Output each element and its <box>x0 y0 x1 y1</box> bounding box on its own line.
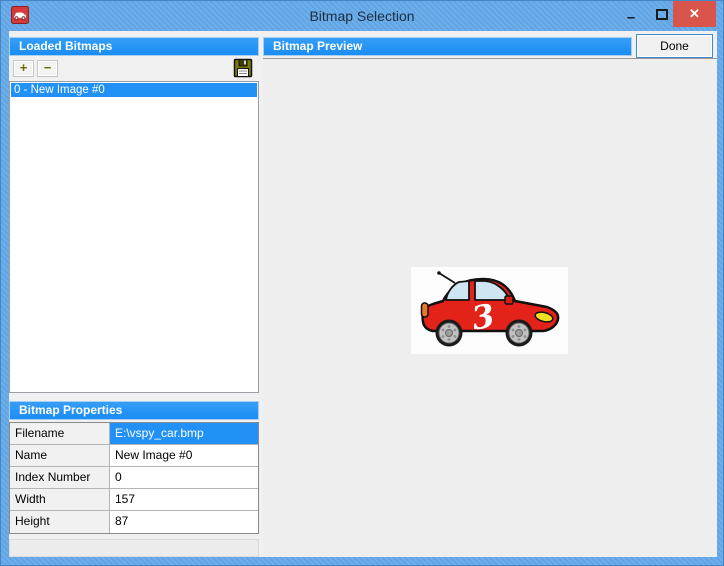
index-number-value[interactable]: 0 <box>110 467 258 488</box>
loaded-bitmaps-header: Loaded Bitmaps <box>9 37 259 56</box>
bitmap-preview-header: Bitmap Preview <box>263 37 632 56</box>
red-car-image: 3 <box>411 267 568 354</box>
height-value[interactable]: 87 <box>110 511 258 533</box>
close-button[interactable]: ✕ <box>673 1 716 27</box>
table-row: Height 87 <box>10 511 258 533</box>
preview-bitmap: 3 <box>411 267 568 354</box>
minimize-button[interactable]: – <box>616 2 646 27</box>
table-row: Name New Image #0 <box>10 445 258 467</box>
list-item-new-image-0[interactable]: 0 - New Image #0 <box>11 83 257 97</box>
front-wheel <box>506 320 533 347</box>
remove-bitmap-button[interactable]: − <box>37 60 58 77</box>
add-bitmap-button[interactable]: + <box>13 60 34 77</box>
bitmap-selection-dialog: Bitmap Selection – ✕ Loaded Bitmaps + − … <box>0 0 724 566</box>
filename-label: Filename <box>10 423 110 444</box>
titlebar[interactable]: Bitmap Selection – ✕ <box>1 1 723 31</box>
save-bitmap-button[interactable] <box>233 58 253 78</box>
status-strip <box>9 539 259 557</box>
minimize-icon: – <box>627 9 635 26</box>
bitmap-properties-table: Filename E:\vspy_car.bmp Name New Image … <box>9 422 259 534</box>
close-icon: ✕ <box>689 6 700 22</box>
bitmap-properties-header: Bitmap Properties <box>9 401 259 420</box>
loaded-bitmaps-list[interactable]: 0 - New Image #0 <box>9 81 259 393</box>
dialog-content: Loaded Bitmaps + − 0 - New Image #0 Bitm… <box>9 31 717 557</box>
table-row: Filename E:\vspy_car.bmp <box>10 423 258 445</box>
name-label: Name <box>10 445 110 466</box>
window-title: Bitmap Selection <box>1 1 723 31</box>
done-button[interactable]: Done <box>636 34 713 58</box>
bitmap-preview-area: 3 <box>263 58 717 557</box>
width-label: Width <box>10 489 110 510</box>
table-row: Index Number 0 <box>10 467 258 489</box>
height-label: Height <box>10 511 110 533</box>
filename-value[interactable]: E:\vspy_car.bmp <box>110 423 258 444</box>
name-value[interactable]: New Image #0 <box>110 445 258 466</box>
index-number-label: Index Number <box>10 467 110 488</box>
maximize-icon <box>656 9 668 20</box>
width-value[interactable]: 157 <box>110 489 258 510</box>
table-row: Width 157 <box>10 489 258 511</box>
rear-wheel <box>436 320 463 347</box>
